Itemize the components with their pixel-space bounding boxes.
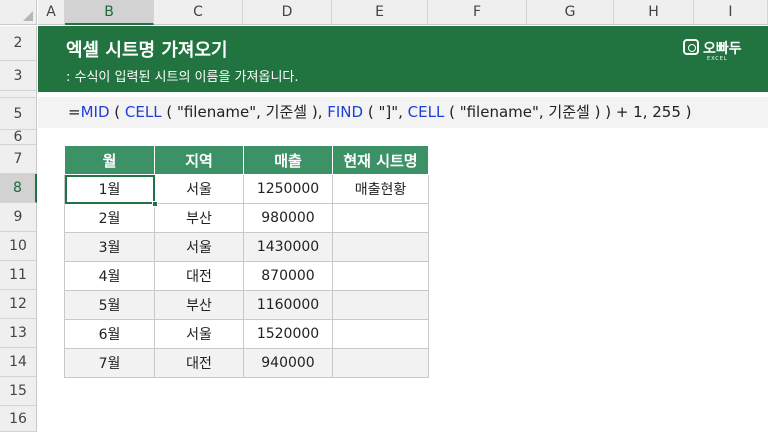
row-header-16[interactable]: 16 — [0, 406, 37, 432]
table-row: 6월 서울 1520000 — [64, 319, 429, 349]
row-header-8[interactable]: 8 — [0, 174, 37, 203]
table-cell[interactable] — [332, 261, 429, 291]
table-cell[interactable]: 대전 — [154, 261, 244, 291]
row-header-15[interactable]: 15 — [0, 377, 37, 406]
table-cell[interactable]: 7월 — [64, 348, 155, 378]
brand-logo: 오빠두 EXCEL — [683, 38, 753, 64]
row-header-12[interactable]: 12 — [0, 290, 37, 319]
formula-function-mid: MID — [80, 103, 110, 121]
column-header-e[interactable]: E — [332, 0, 428, 25]
camera-icon — [683, 39, 699, 55]
banner-subtitle: : 수식이 입력된 시트의 이름을 가져옵니다. — [66, 70, 299, 85]
column-header-b[interactable]: B — [65, 0, 154, 25]
cell-text: 1월 — [98, 182, 121, 198]
row-header-14[interactable]: 14 — [0, 348, 37, 377]
table-row: 1월 서울 1250000 매출현황 — [64, 174, 429, 207]
banner-title: 엑셀 시트명 가져오기 — [66, 40, 228, 61]
table-cell[interactable]: 부산 — [154, 203, 244, 233]
table-cell[interactable]: 1520000 — [243, 319, 333, 349]
fill-handle[interactable] — [152, 201, 158, 207]
formula-part: ( "]", — [363, 103, 408, 121]
row-header-5[interactable]: 5 — [0, 98, 37, 130]
row-header-4[interactable] — [0, 91, 37, 98]
table-cell[interactable]: 4월 — [64, 261, 155, 291]
table-cell[interactable]: 870000 — [243, 261, 333, 291]
formula-text[interactable]: =MID ( CELL ( "filename", 기준셀 ), FIND ( … — [68, 101, 692, 122]
formula-part: = — [68, 103, 81, 121]
table-cell[interactable] — [332, 290, 429, 320]
column-header-h[interactable]: H — [614, 0, 694, 25]
table-header-row: 월 지역 매출 현재 시트명 — [64, 145, 429, 175]
logo-subtext: EXCEL — [707, 56, 728, 62]
row-header-6[interactable]: 6 — [0, 129, 37, 145]
table-cell[interactable] — [332, 232, 429, 262]
table-row: 4월 대전 870000 — [64, 261, 429, 291]
sales-table: 월 지역 매출 현재 시트명 1월 서울 1250000 매출현황 2월 부산 … — [64, 145, 429, 378]
formula-part: ( — [109, 103, 125, 121]
column-header-g[interactable]: G — [527, 0, 614, 25]
table-row: 5월 부산 1160000 — [64, 290, 429, 320]
table-cell[interactable]: 6월 — [64, 319, 155, 349]
column-header-a[interactable]: A — [38, 0, 65, 25]
table-row: 2월 부산 980000 — [64, 203, 429, 233]
header-cell-sheet-name[interactable]: 현재 시트명 — [332, 145, 429, 175]
table-cell[interactable]: 5월 — [64, 290, 155, 320]
table-cell[interactable]: 1430000 — [243, 232, 333, 262]
table-cell[interactable]: 1160000 — [243, 290, 333, 320]
row-header-7[interactable]: 7 — [0, 145, 37, 174]
formula-part: ( "filename", 기준셀 ) ) + 1, 255 ) — [444, 103, 692, 121]
header-cell-sales[interactable]: 매출 — [243, 145, 333, 175]
column-header-d[interactable]: D — [243, 0, 332, 25]
table-cell[interactable]: 서울 — [154, 232, 244, 262]
formula-part: ( "filename", 기준셀 ), — [161, 103, 328, 121]
table-cell[interactable]: 2월 — [64, 203, 155, 233]
column-header-c[interactable]: C — [154, 0, 243, 25]
table-cell[interactable] — [332, 203, 429, 233]
select-all-button[interactable] — [0, 0, 37, 25]
table-cell[interactable]: 서울 — [154, 319, 244, 349]
table-row: 7월 대전 940000 — [64, 348, 429, 378]
row-header-9[interactable]: 9 — [0, 203, 37, 232]
logo-text: 오빠두 — [703, 41, 742, 57]
table-cell[interactable]: 940000 — [243, 348, 333, 378]
table-cell[interactable]: 매출현황 — [332, 174, 429, 204]
formula-function-cell: CELL — [124, 103, 162, 121]
row-header-2[interactable]: 2 — [0, 26, 37, 61]
table-cell[interactable]: 부산 — [154, 290, 244, 320]
table-row: 3월 서울 1430000 — [64, 232, 429, 262]
table-cell[interactable]: 1250000 — [243, 174, 333, 204]
header-cell-month[interactable]: 월 — [64, 145, 155, 175]
formula-function-cell: CELL — [407, 103, 445, 121]
formula-function-find: FIND — [327, 103, 364, 121]
row-header-11[interactable]: 11 — [0, 261, 37, 290]
column-header-i[interactable]: I — [694, 0, 768, 25]
table-cell[interactable]: 980000 — [243, 203, 333, 233]
active-cell[interactable]: 1월 — [64, 174, 158, 207]
table-cell[interactable] — [332, 319, 429, 349]
row-header-10[interactable]: 10 — [0, 232, 37, 261]
table-cell[interactable] — [332, 348, 429, 378]
row-header-3[interactable]: 3 — [0, 61, 37, 91]
header-cell-region[interactable]: 지역 — [154, 145, 244, 175]
row-header-13[interactable]: 13 — [0, 319, 37, 348]
table-cell[interactable]: 3월 — [64, 232, 155, 262]
table-cell[interactable]: 대전 — [154, 348, 244, 378]
table-cell[interactable]: 서울 — [154, 174, 244, 204]
column-header-f[interactable]: F — [428, 0, 527, 25]
